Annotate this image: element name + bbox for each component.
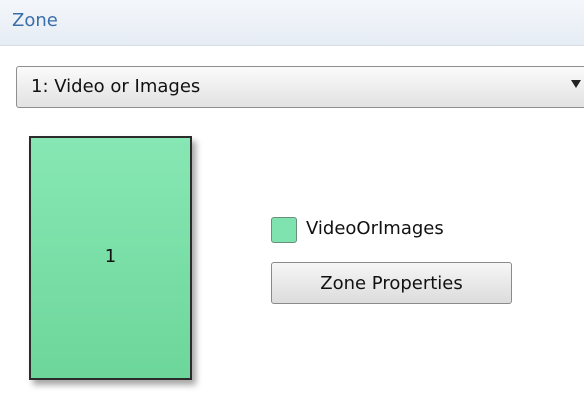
panel-title: Zone	[12, 10, 58, 31]
legend-label: VideoOrImages	[306, 218, 444, 239]
zone-select-value: 1: Video or Images	[31, 76, 201, 97]
zone-panel: Zone 1: Video or Images 1 VideoOrImages …	[0, 0, 584, 404]
zone-select-dropdown[interactable]: 1: Video or Images	[16, 66, 584, 108]
zone-properties-button[interactable]: Zone Properties	[271, 262, 512, 304]
panel-header: Zone	[0, 0, 584, 46]
zone-preview-box[interactable]: 1	[29, 136, 192, 380]
dropdown-arrow-icon	[571, 80, 581, 88]
legend-color-swatch	[271, 217, 297, 243]
zone-number-label: 1	[104, 246, 117, 267]
